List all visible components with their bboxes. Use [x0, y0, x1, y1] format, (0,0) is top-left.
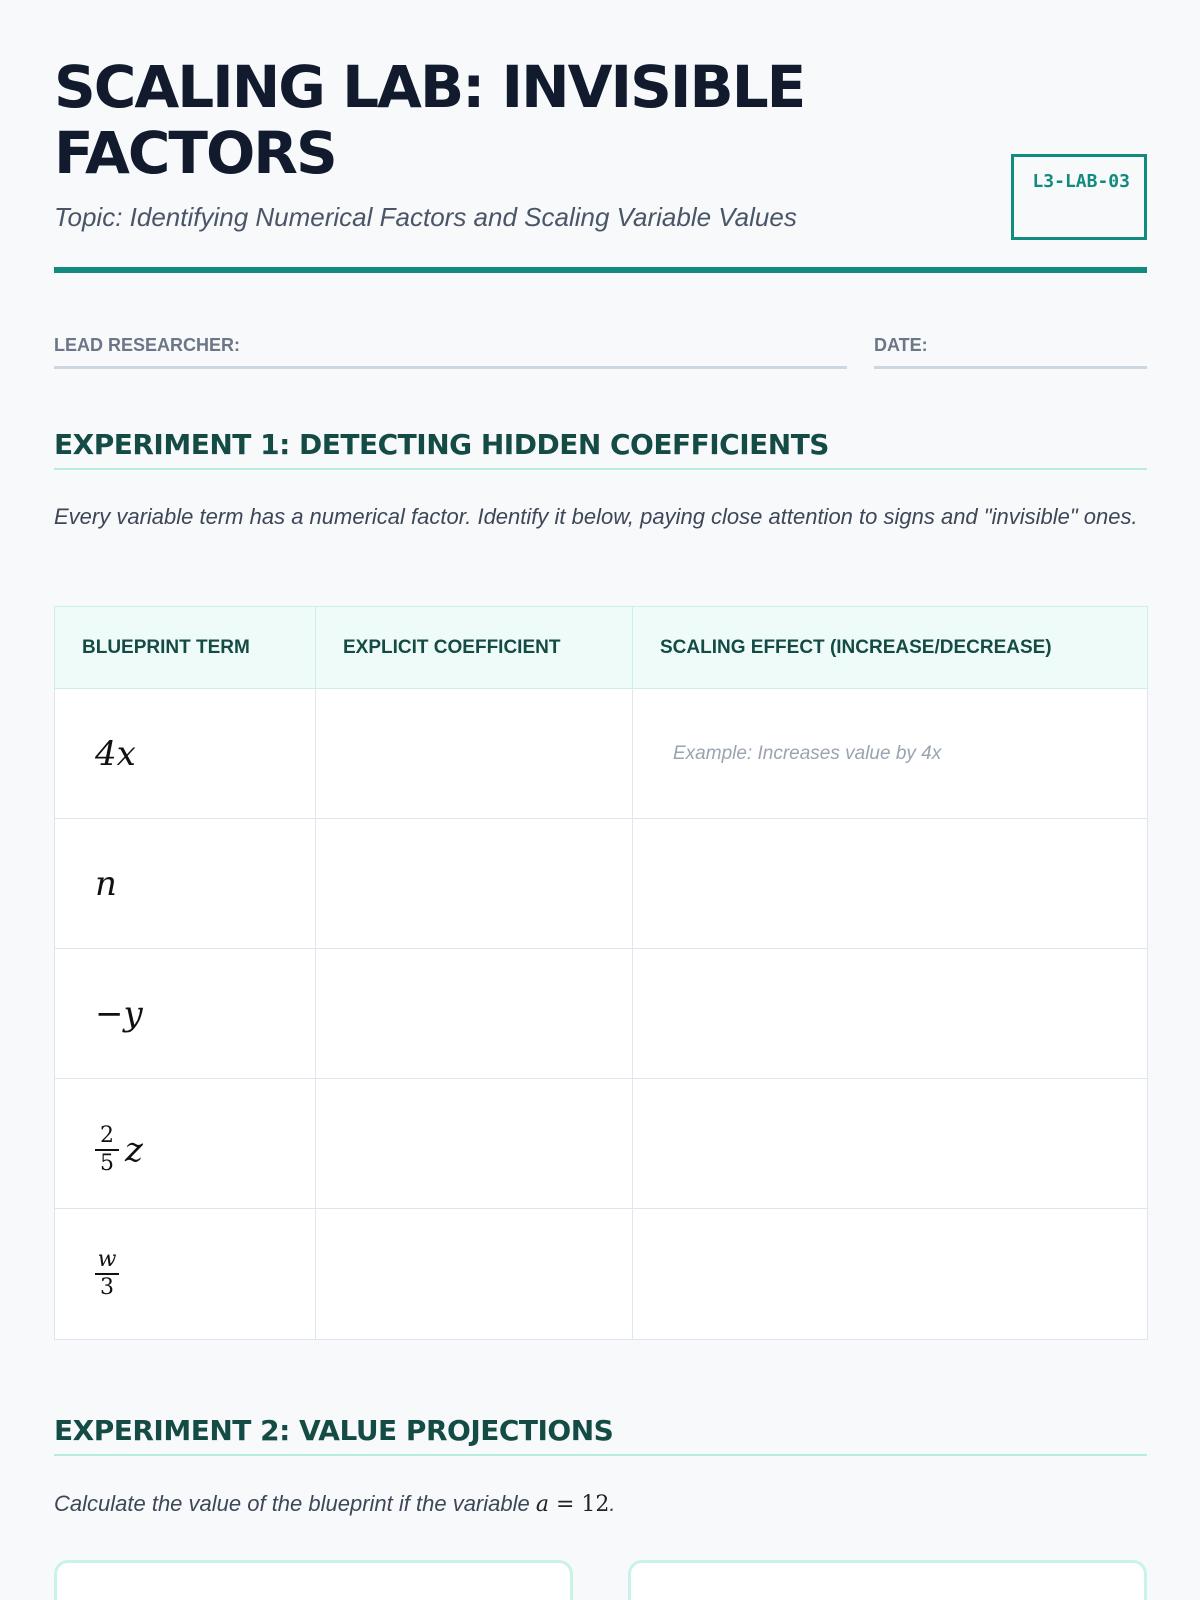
fraction-numerator: 2 — [100, 1123, 114, 1148]
column-header-explicit-coefficient: EXPLICIT COEFFICIENT — [315, 606, 633, 689]
math-equals: = — [548, 1492, 582, 1517]
scaling-effect-cell[interactable] — [632, 948, 1148, 1079]
date-label: DATE: — [874, 335, 928, 355]
header-divider — [54, 267, 1147, 273]
fraction-denominator: 5 — [100, 1151, 114, 1176]
column-header-blueprint-term: BLUEPRINT TERM — [54, 606, 316, 689]
coefficient-answer-cell[interactable] — [315, 1078, 633, 1209]
date-field[interactable]: DATE: — [874, 335, 1147, 369]
math-expression: a = 12 — [536, 1492, 610, 1517]
experiment-1-instructions: Every variable term has a numerical fact… — [54, 504, 1138, 529]
coefficient-answer-cell[interactable] — [315, 1208, 633, 1340]
table-row: −y — [54, 948, 1148, 1079]
experiment-1-title: EXPERIMENT 1: DETECTING HIDDEN COEFFICIE… — [54, 428, 1147, 470]
experiment-2-instructions: Calculate the value of the blueprint if … — [54, 1487, 1147, 1521]
projection-card-2[interactable] — [628, 1560, 1147, 1600]
coefficient-answer-cell[interactable] — [315, 948, 633, 1079]
table-row: n — [54, 818, 1148, 949]
scaling-effect-cell[interactable] — [632, 818, 1148, 949]
worksheet-page: SCALING LAB: INVISIBLE FACTORS Topic: Id… — [54, 0, 1148, 1600]
coefficient-answer-cell[interactable] — [315, 688, 633, 819]
table-row: 2 5 z — [54, 1078, 1148, 1209]
coefficient-answer-cell[interactable] — [315, 818, 633, 949]
lab-code-badge: L3-LAB-03 — [1011, 154, 1147, 240]
table-row: w 3 — [54, 1208, 1148, 1340]
column-header-scaling-effect: SCALING EFFECT (INCREASE/DECREASE) — [632, 606, 1148, 689]
table-header-row: BLUEPRINT TERM EXPLICIT COEFFICIENT SCAL… — [54, 606, 1148, 689]
lead-researcher-field[interactable]: LEAD RESEARCHER: — [54, 335, 847, 369]
scaling-effect-cell[interactable]: Example: Increases value by 4x — [632, 688, 1148, 819]
blueprint-term: 4x — [54, 688, 316, 819]
experiment-2-title: EXPERIMENT 2: VALUE PROJECTIONS — [54, 1414, 1147, 1456]
fraction-numerator: w — [97, 1247, 117, 1272]
instructions-end: . — [609, 1491, 616, 1516]
lead-researcher-label: LEAD RESEARCHER: — [54, 335, 241, 355]
page-title: SCALING LAB: INVISIBLE FACTORS — [54, 53, 806, 187]
math-value: 12 — [581, 1492, 610, 1517]
projection-card-1[interactable] — [54, 1560, 573, 1600]
term-variable: z — [125, 1130, 143, 1170]
blueprint-term: n — [54, 818, 316, 949]
scaling-effect-cell[interactable] — [632, 1078, 1148, 1209]
table-row: 4x Example: Increases value by 4x — [54, 688, 1148, 819]
instructions-text: Calculate the value of the blueprint if … — [54, 1491, 536, 1516]
fraction: w 3 — [95, 1248, 119, 1300]
coefficients-table: BLUEPRINT TERM EXPLICIT COEFFICIENT SCAL… — [54, 606, 1148, 1340]
math-variable: a — [535, 1492, 549, 1517]
blueprint-term: −y — [54, 948, 316, 1079]
scaling-effect-cell[interactable] — [632, 1208, 1148, 1340]
fraction: 2 5 — [95, 1124, 119, 1176]
page-subtitle: Topic: Identifying Numerical Factors and… — [54, 202, 797, 232]
blueprint-term: 2 5 z — [54, 1078, 316, 1209]
blueprint-term: w 3 — [54, 1208, 316, 1340]
fraction-denominator: 3 — [100, 1275, 114, 1300]
